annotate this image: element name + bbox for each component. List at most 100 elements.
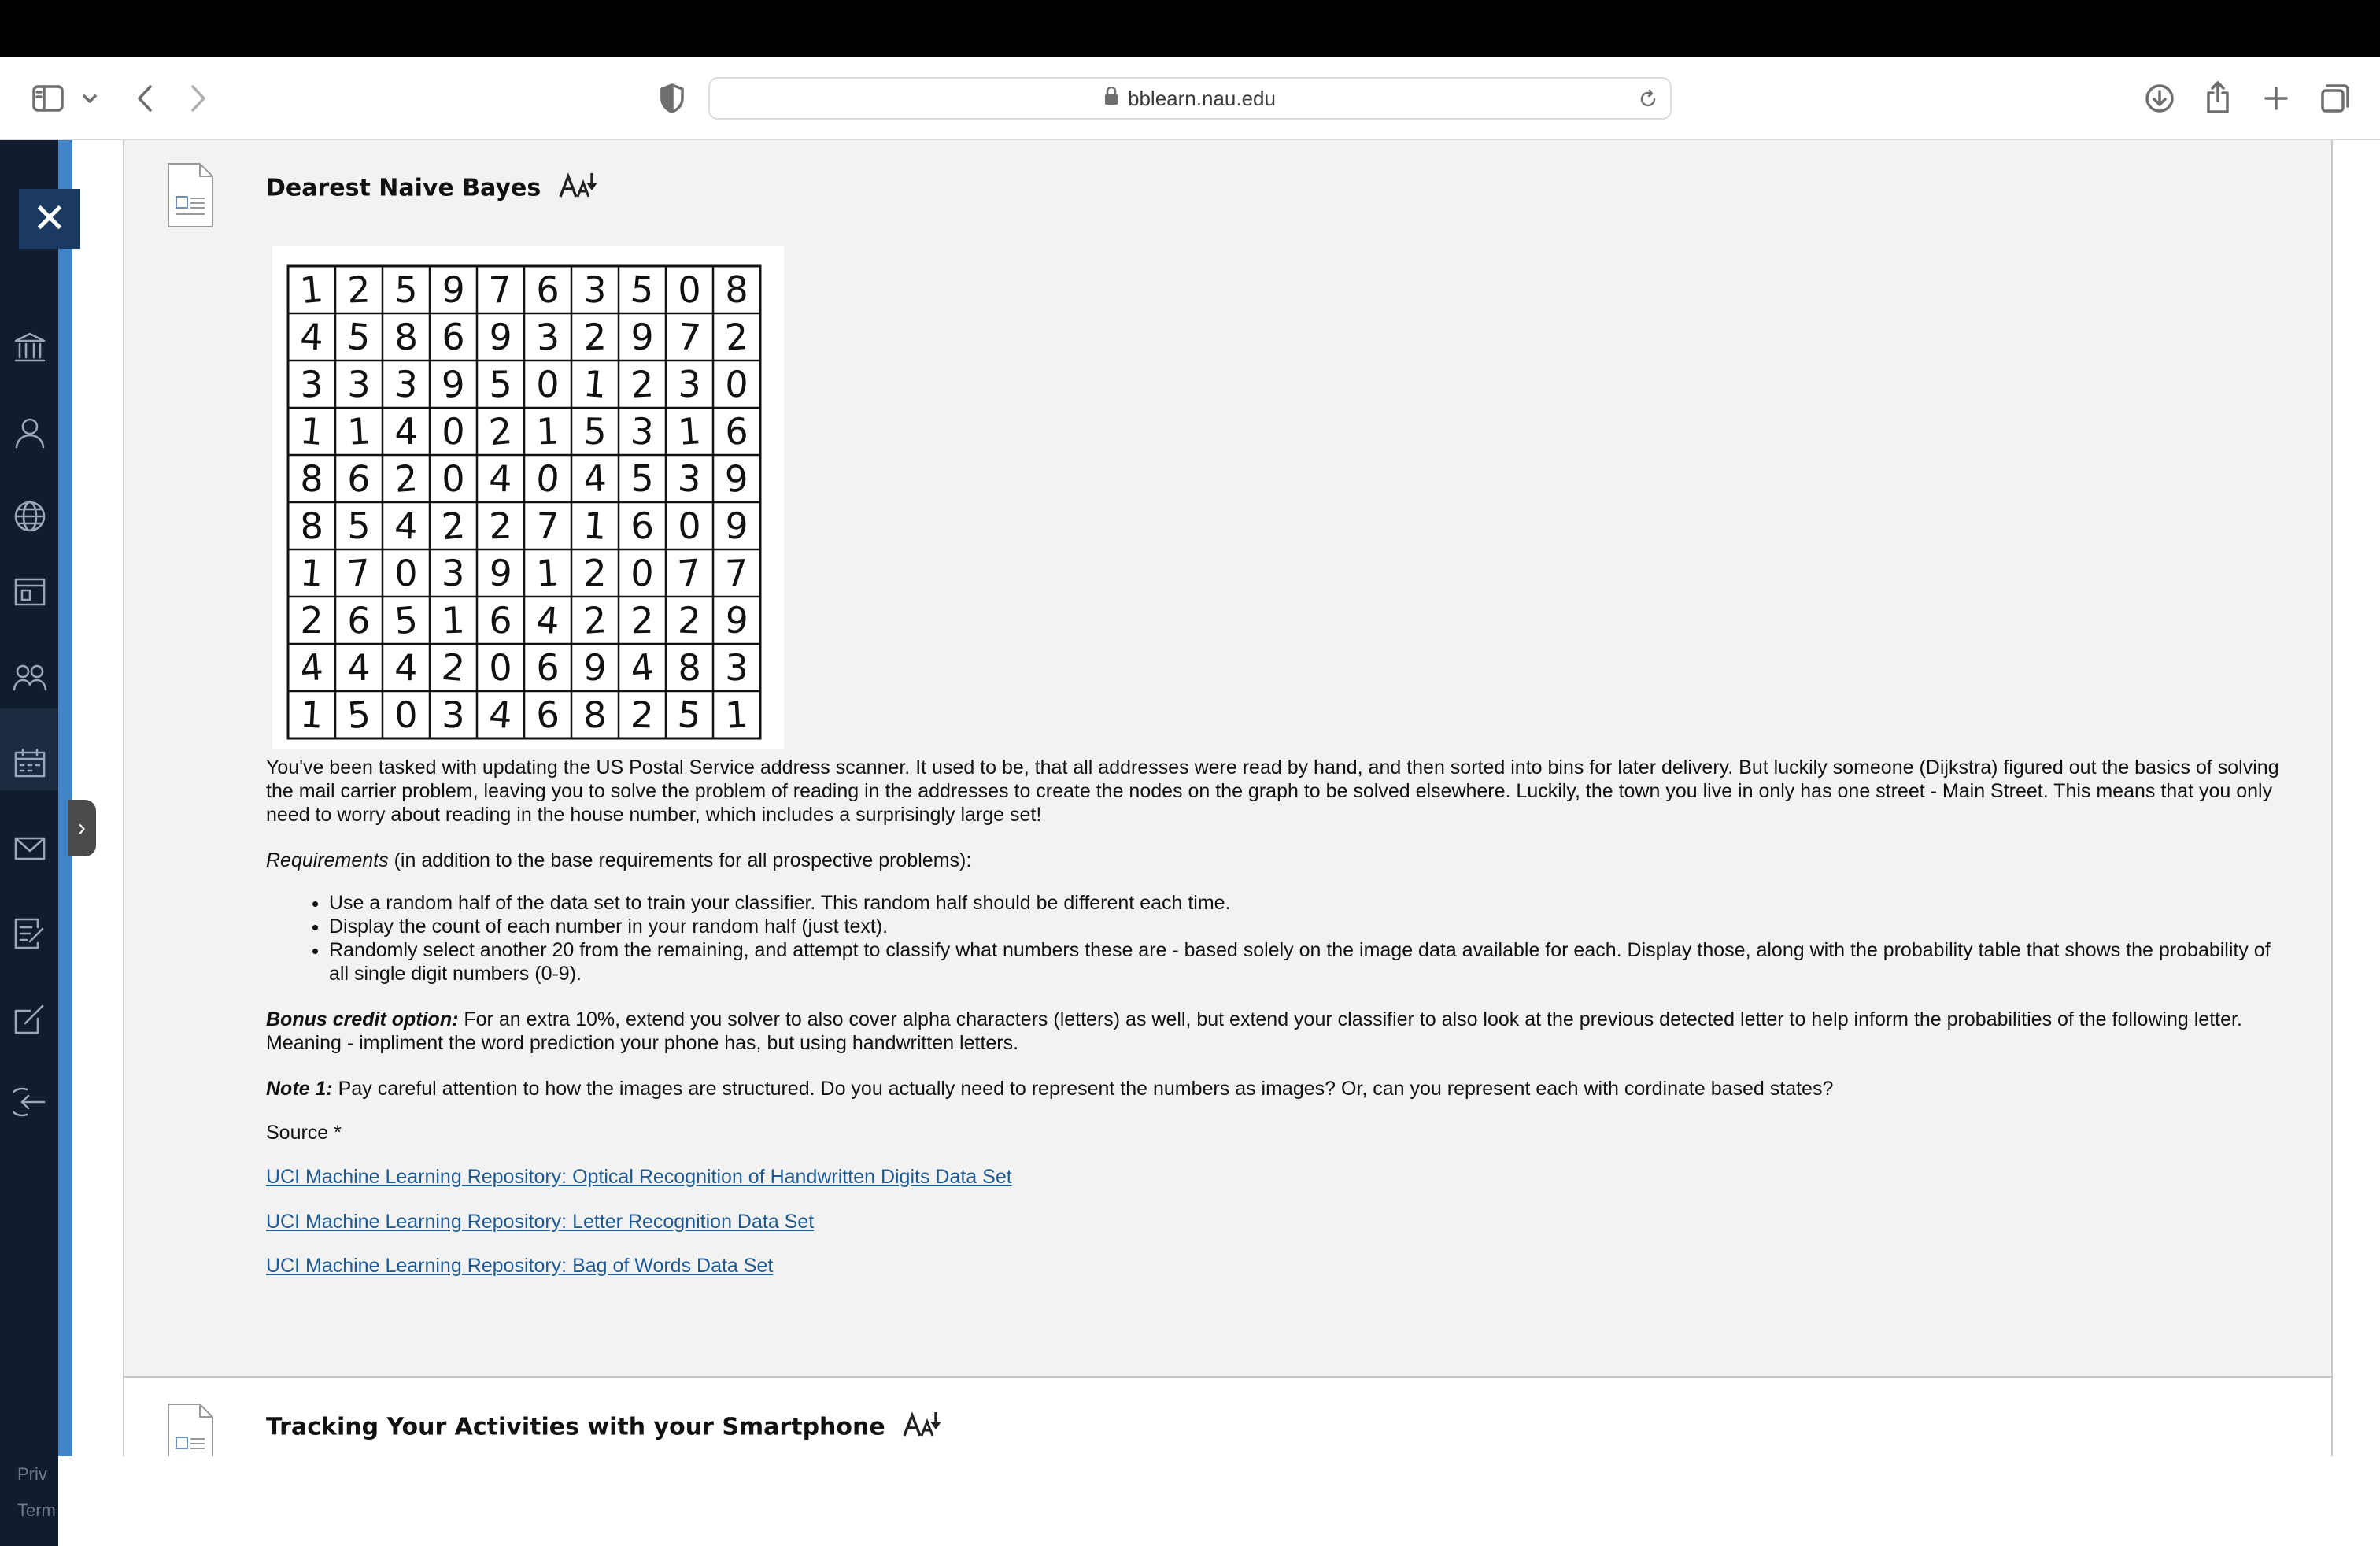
new-tab-icon[interactable] [2259, 80, 2293, 117]
link-optical-digits-dataset[interactable]: UCI Machine Learning Repository: Optical… [266, 1166, 1012, 1189]
handwritten-digit: 2 [346, 268, 371, 312]
handwritten-digit: 6 [346, 598, 371, 642]
handwritten-digit: 5 [346, 315, 372, 359]
sidebar-toggle-icon[interactable] [30, 80, 66, 117]
handwritten-digit: 6 [442, 316, 464, 358]
handwritten-digit: 5 [489, 363, 512, 406]
calendar-icon[interactable] [13, 746, 47, 781]
handwritten-digit: 4 [488, 457, 512, 501]
handwritten-digit: 2 [630, 693, 654, 737]
handwritten-digit: 0 [678, 505, 701, 548]
handwritten-digit: 0 [630, 551, 655, 594]
requirements-suffix: (in addition to the base requirements fo… [388, 849, 972, 871]
handwritten-digit: 3 [347, 363, 371, 406]
handwritten-digit: 5 [394, 268, 418, 312]
forward-button[interactable] [181, 80, 216, 117]
handwritten-digit: 8 [299, 504, 324, 547]
privacy-shield-icon[interactable] [655, 80, 689, 117]
privacy-link[interactable]: Priv [17, 1464, 47, 1485]
handwritten-digit: 3 [442, 693, 465, 737]
list-item: Randomly select another 20 from the rema… [329, 938, 2289, 986]
item-title-row: Tracking Your Activities with your Smart… [266, 1411, 942, 1445]
handwritten-digit: 1 [535, 410, 560, 453]
handwritten-digit: 7 [724, 552, 748, 595]
handwritten-digit: 6 [536, 646, 559, 689]
alternative-formats-icon[interactable] [559, 172, 598, 206]
tools-icon[interactable] [13, 1001, 47, 1036]
handwritten-digit: 4 [394, 646, 418, 690]
handwritten-digit: 2 [583, 552, 606, 594]
handwritten-digit: 2 [440, 504, 467, 548]
course-accent-strip [58, 140, 72, 1456]
note-label: Note 1: [266, 1078, 333, 1100]
url-text: bblearn.nau.edu [1128, 86, 1276, 110]
handwritten-digit: 9 [582, 645, 608, 689]
handwritten-digit: 5 [676, 693, 703, 737]
back-button[interactable] [128, 80, 162, 117]
address-bar[interactable]: bblearn.nau.edu [708, 77, 1672, 120]
link-bag-of-words-dataset[interactable]: UCI Machine Learning Repository: Bag of … [266, 1255, 773, 1278]
downloads-icon[interactable] [2142, 80, 2177, 117]
handwritten-digit: 3 [677, 457, 702, 500]
handwritten-digit: 0 [394, 693, 418, 737]
handwritten-digit: 9 [441, 362, 467, 406]
alternative-formats-icon[interactable] [903, 1411, 942, 1445]
requirements-list: Use a random half of the data set to tra… [266, 891, 2289, 986]
document-icon [167, 1403, 214, 1456]
handwritten-digit: 7 [346, 551, 372, 595]
handwritten-digit: 3 [394, 362, 419, 406]
handwritten-digit: 8 [300, 457, 323, 501]
handwritten-digit: 4 [299, 645, 325, 690]
close-icon[interactable]: ✕ [19, 189, 80, 249]
handwritten-digit: 2 [630, 362, 655, 405]
handwritten-digit: 3 [630, 409, 656, 453]
chevron-down-icon[interactable] [79, 88, 101, 110]
handwritten-digit: 1 [298, 268, 325, 312]
nav-sidebar: Priv Term [0, 140, 58, 1546]
handwritten-digit: 9 [441, 268, 467, 312]
terms-link[interactable]: Term [17, 1500, 56, 1521]
handwritten-digit: 5 [629, 268, 656, 312]
handwritten-digit: 4 [535, 598, 561, 642]
handwritten-digit: 2 [582, 316, 607, 359]
requirements-label: Requirements [266, 849, 389, 871]
handwritten-digit: 7 [676, 551, 703, 595]
item-title-row: Dearest Naive Bayes [266, 172, 598, 206]
handwritten-digit: 5 [583, 410, 607, 453]
item-title-link[interactable]: Tracking Your Activities with your Smart… [266, 1414, 885, 1441]
handwritten-digit: 0 [441, 409, 466, 453]
handwritten-digit: 2 [440, 645, 467, 690]
handwritten-digit: 5 [630, 457, 653, 500]
share-icon[interactable] [2201, 77, 2235, 117]
handwritten-digit: 7 [488, 268, 514, 312]
globe-icon[interactable] [13, 499, 47, 534]
grades-icon[interactable] [13, 916, 47, 951]
screen-top-bar [0, 0, 2380, 57]
courses-icon[interactable] [13, 575, 47, 609]
reload-icon[interactable] [1637, 88, 1659, 110]
expand-panel-button[interactable]: › [68, 800, 96, 856]
sign-out-icon[interactable] [8, 1085, 47, 1119]
handwritten-digit: 0 [488, 645, 513, 689]
handwritten-digit: 3 [534, 315, 561, 359]
handwritten-digit: 5 [393, 598, 419, 642]
handwritten-digit: 3 [725, 646, 748, 690]
handwritten-digit: 1 [677, 409, 703, 453]
link-letter-recognition-dataset[interactable]: UCI Machine Learning Repository: Letter … [266, 1211, 814, 1233]
lock-icon [1104, 86, 1118, 111]
tab-overview-icon[interactable] [2317, 80, 2353, 117]
note-text: Pay careful attention to how the images … [332, 1078, 1834, 1100]
handwritten-digit: 6 [725, 410, 748, 453]
requirements-heading: Requirements (in addition to the base re… [266, 849, 2289, 872]
handwritten-digit: 0 [394, 552, 418, 595]
messages-icon[interactable] [13, 831, 47, 866]
groups-icon[interactable] [13, 661, 47, 696]
handwritten-digit: 1 [582, 362, 608, 406]
handwritten-digit: 9 [724, 505, 748, 548]
bonus-label: Bonus credit option: [266, 1008, 459, 1030]
handwritten-digit: 2 [724, 315, 750, 359]
profile-icon[interactable] [13, 416, 47, 450]
institution-icon[interactable] [13, 331, 47, 365]
handwritten-digit: 9 [487, 551, 514, 595]
item-title-link[interactable]: Dearest Naive Bayes [266, 175, 541, 202]
